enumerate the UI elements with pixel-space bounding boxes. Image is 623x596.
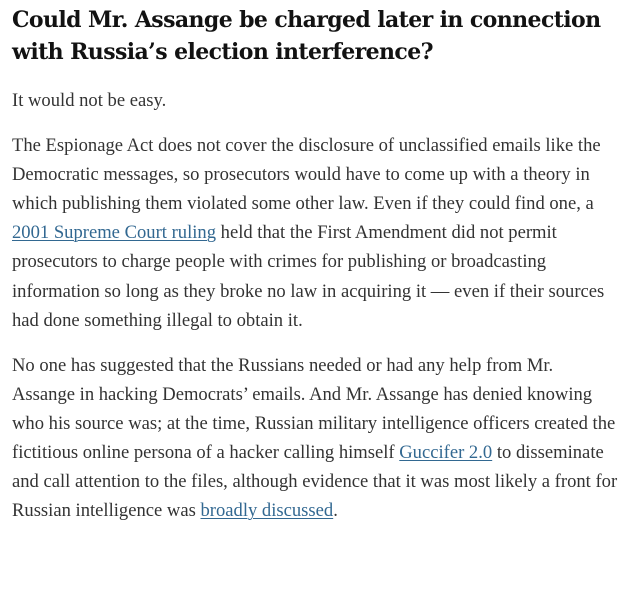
broadly-discussed-link[interactable]: broadly discussed [200,500,333,521]
paragraph-2: The Espionage Act does not cover the dis… [12,131,618,335]
paragraph-1: It would not be easy. [12,86,618,115]
paragraph-2-text-start: The Espionage Act does not cover the dis… [12,135,601,215]
article-body: Could Mr. Assange be charged later in co… [12,4,618,525]
paragraph-1-text: It would not be easy. [12,90,167,111]
section-headline: Could Mr. Assange be charged later in co… [12,7,601,65]
supreme-court-ruling-link[interactable]: 2001 Supreme Court ruling [12,222,216,243]
guccifer-link[interactable]: Guccifer 2.0 [399,442,492,463]
paragraph-3-text-end: . [333,500,338,522]
paragraph-3: No one has suggested that the Russians n… [12,351,618,526]
